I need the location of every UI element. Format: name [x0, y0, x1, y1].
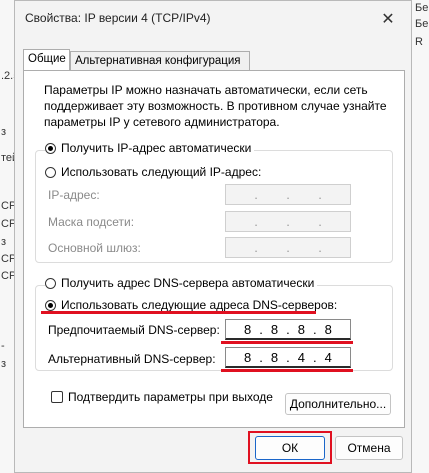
- highlight-underline: [221, 369, 353, 372]
- bg-fragment: -: [1, 340, 5, 352]
- highlight-underline: [221, 341, 353, 344]
- alternate-dns-label: Альтернативный DNS-сервер:: [48, 352, 216, 366]
- ip-auto-option[interactable]: Получить IP-адрес автоматически: [45, 141, 255, 155]
- validate-label[interactable]: Подтвердить параметры при выходе: [68, 390, 273, 404]
- octet: 4: [324, 349, 332, 365]
- default-gateway-field: ...: [225, 237, 351, 258]
- info-text: Параметры IP можно назначать автоматичес…: [44, 83, 387, 129]
- octet: 8: [270, 349, 279, 365]
- subnet-mask-field: ...: [225, 211, 351, 232]
- preferred-dns-label: Предпочитаемый DNS-сервер:: [48, 323, 220, 337]
- octet: 8: [297, 321, 306, 337]
- bg-fragment: Бе: [415, 18, 429, 30]
- octet: 8: [244, 349, 252, 365]
- ip-manual-label: Использовать следующий IP-адрес:: [61, 165, 262, 179]
- ipv4-properties-dialog: Свойства: IP версии 4 (TCP/IPv4) ✕ Общие…: [14, 0, 412, 473]
- background-window-right: Бе Бе R: [412, 0, 429, 473]
- subnet-mask-label: Маска подсети:: [48, 215, 135, 229]
- ip-manual-option[interactable]: Использовать следующий IP-адрес:: [45, 165, 265, 179]
- bg-fragment: з: [1, 236, 7, 248]
- background-window-left: .2.5C з тей CP CP CP з CP - з: [0, 0, 27, 473]
- ip-manual-radio[interactable]: [45, 166, 56, 178]
- octet: 8: [270, 321, 279, 337]
- dns-manual-option[interactable]: Использовать следующие адреса DNS-сервер…: [45, 298, 341, 312]
- close-button[interactable]: ✕: [365, 1, 411, 37]
- dns-manual-radio[interactable]: [45, 299, 56, 311]
- highlight-underline: [41, 311, 316, 314]
- ip-address-field: ...: [225, 184, 351, 205]
- octet: 8: [244, 321, 252, 337]
- title-bar[interactable]: Свойства: IP версии 4 (TCP/IPv4) ✕: [15, 1, 411, 37]
- default-gateway-label: Основной шлюз:: [48, 241, 141, 255]
- preferred-dns-field[interactable]: 8. 8. 8. 8: [225, 319, 351, 340]
- octet: 8: [324, 321, 332, 337]
- ip-address-label: IP-адрес:: [48, 188, 100, 202]
- dialog-title: Свойства: IP версии 4 (TCP/IPv4): [25, 11, 211, 25]
- ok-button[interactable]: ОК: [255, 436, 325, 460]
- ip-auto-radio[interactable]: [45, 142, 56, 154]
- close-icon: ✕: [381, 11, 395, 28]
- validate-checkbox[interactable]: [51, 391, 63, 403]
- cancel-button[interactable]: Отмена: [335, 436, 403, 460]
- bg-fragment: R: [415, 36, 423, 48]
- alternate-dns-field[interactable]: 8. 8. 4. 4: [225, 347, 351, 368]
- tab-general[interactable]: Общие: [23, 49, 70, 70]
- general-tab-panel: Параметры IP можно назначать автоматичес…: [23, 70, 405, 428]
- octet: 4: [297, 349, 306, 365]
- dns-auto-radio[interactable]: [45, 277, 56, 289]
- tab-alternate-config[interactable]: Альтернативная конфигурация: [70, 51, 250, 70]
- ip-auto-label: Получить IP-адрес автоматически: [61, 141, 252, 155]
- dns-auto-option[interactable]: Получить адрес DNS-сервера автоматически: [45, 276, 318, 290]
- bg-fragment: з: [1, 126, 7, 138]
- bg-fragment: з: [1, 358, 7, 370]
- dns-auto-label: Получить адрес DNS-сервера автоматически: [61, 276, 315, 290]
- advanced-button[interactable]: Дополнительно...: [285, 393, 391, 415]
- dns-manual-label: Использовать следующие адреса DNS-сервер…: [61, 298, 338, 312]
- bg-fragment: Бе: [415, 2, 429, 14]
